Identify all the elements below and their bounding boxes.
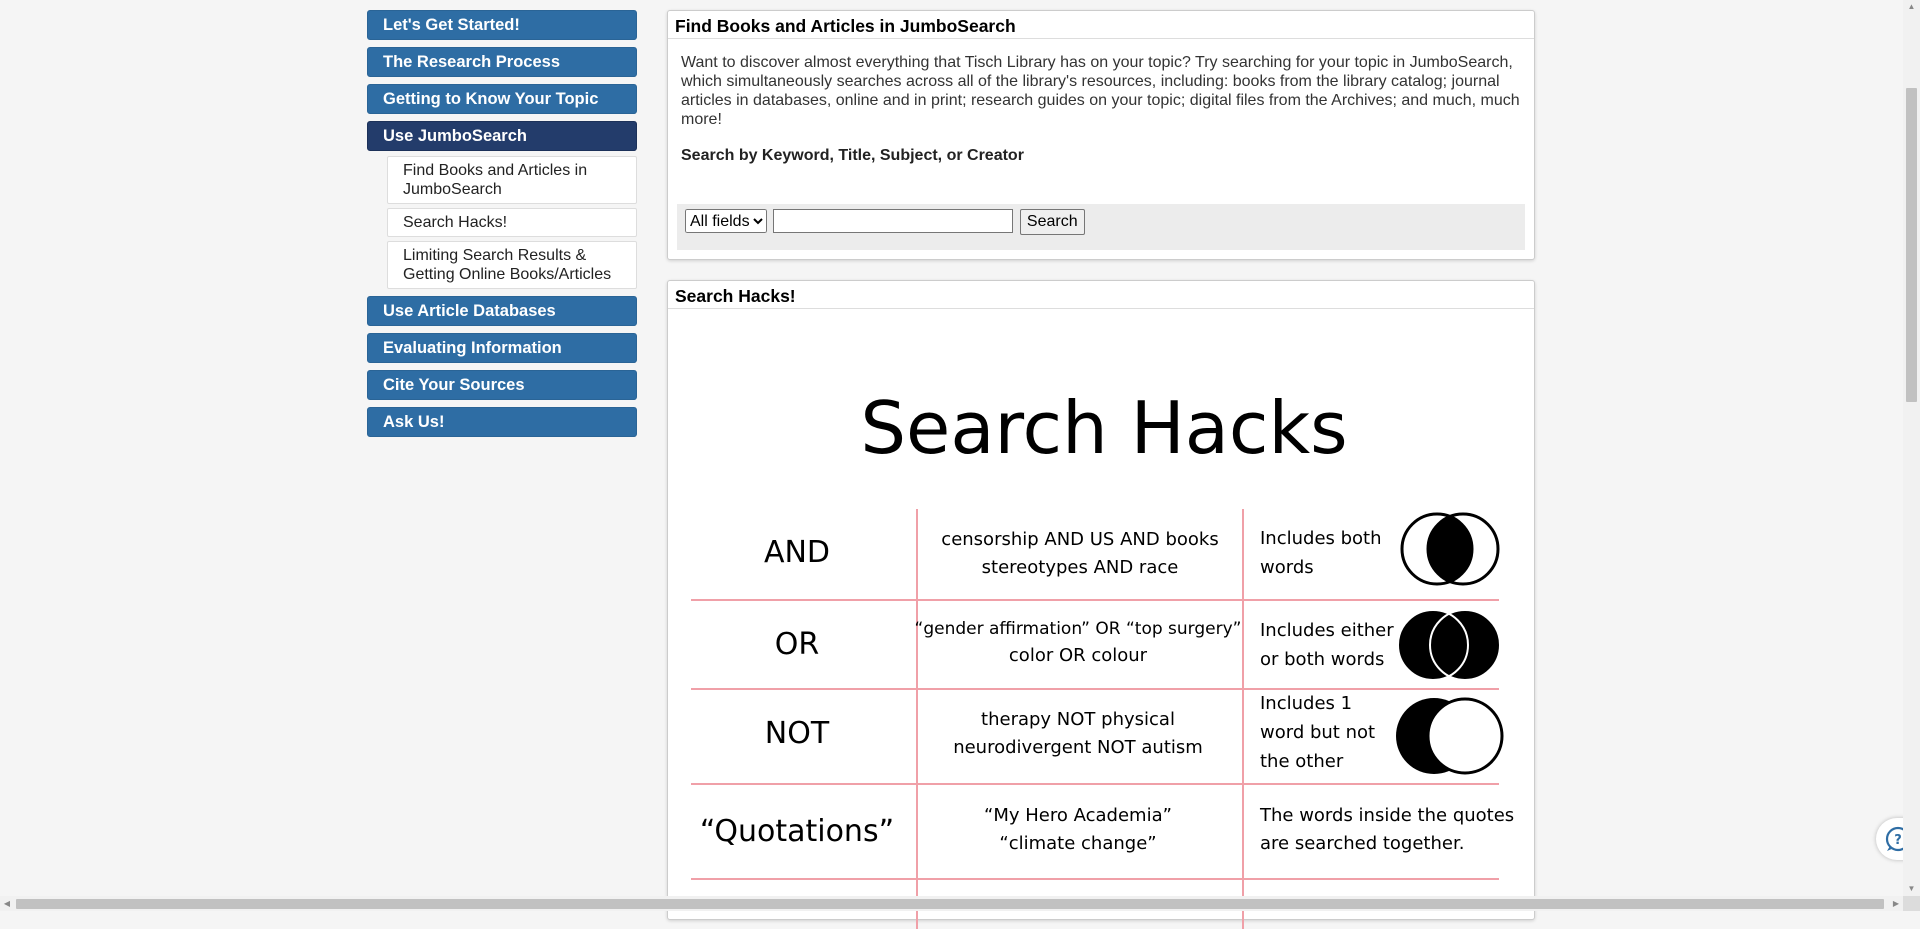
explanation-text: the other (1260, 751, 1344, 772)
horizontal-scrollbar[interactable]: ◀ ▶ (0, 896, 1903, 911)
example-text: “climate change” (999, 833, 1156, 854)
subnav-find-books-articles[interactable]: Find Books and Articles in JumboSearch (387, 156, 637, 204)
jumbosearch-box: Find Books and Articles in JumboSearch W… (667, 10, 1535, 260)
vertical-scrollbar[interactable]: ▲ ▼ (1903, 0, 1920, 896)
vertical-scroll-thumb[interactable] (1906, 88, 1917, 402)
example-text: “gender affirmation” OR “top surgery” (915, 619, 1242, 639)
example-text: color OR colour (1009, 645, 1148, 666)
nav-know-your-topic[interactable]: Getting to Know Your Topic (367, 84, 637, 114)
example-text: censorship AND US AND books (941, 529, 1218, 550)
explanation-text: Includes 1 (1260, 693, 1352, 714)
scroll-up-icon[interactable]: ▲ (1903, 0, 1920, 14)
example-text: stereotypes AND race (982, 557, 1179, 578)
guide-navigation: Let's Get Started! The Research Process … (367, 10, 637, 444)
explanation-text: Includes both (1260, 528, 1382, 549)
hack-row-and: AND censorship AND US AND books stereoty… (764, 512, 1500, 586)
search-field-select[interactable]: All fields (685, 209, 767, 233)
scroll-right-icon[interactable]: ▶ (1889, 896, 1903, 911)
search-button[interactable]: Search (1019, 209, 1085, 235)
scroll-left-icon[interactable]: ◀ (0, 896, 14, 911)
nav-lets-get-started[interactable]: Let's Get Started! (367, 10, 637, 40)
search-form: All fields Search (677, 204, 1525, 250)
explanation-text: word but not (1260, 722, 1375, 743)
scroll-down-icon[interactable]: ▼ (1903, 882, 1920, 896)
example-text: therapy NOT physical (981, 709, 1175, 730)
nav-article-databases[interactable]: Use Article Databases (367, 296, 637, 326)
subnav-search-hacks[interactable]: Search Hacks! (387, 208, 637, 237)
search-hacks-box: Search Hacks! Search Hacks AND censorshi… (667, 280, 1535, 929)
infographic-heading: Search Hacks (860, 386, 1347, 470)
venn-or-icon (1397, 609, 1501, 681)
hack-row-or: OR “gender affirmation” OR “top surgery”… (775, 609, 1501, 681)
scrollbar-corner (1903, 896, 1920, 911)
box-title: Search Hacks! (668, 281, 1534, 309)
operator-label: OR (775, 627, 819, 662)
box-title: Find Books and Articles in JumboSearch (668, 11, 1534, 39)
jumbosearch-subnav: Find Books and Articles in JumboSearch S… (387, 156, 637, 289)
explanation-text: are searched together. (1260, 833, 1464, 854)
venn-and-icon (1400, 512, 1500, 586)
nav-use-jumbosearch[interactable]: Use JumboSearch (367, 121, 637, 151)
nav-evaluating-information[interactable]: Evaluating Information (367, 333, 637, 363)
search-label: Search by Keyword, Title, Subject, or Cr… (681, 147, 1024, 164)
example-text: neurodivergent NOT autism (953, 737, 1203, 758)
nav-research-process[interactable]: The Research Process (367, 47, 637, 77)
svg-text:?: ? (1894, 833, 1902, 848)
explanation-text: The words inside the quotes (1259, 805, 1514, 826)
operator-label: NOT (765, 716, 830, 751)
hack-row-not: NOT therapy NOT physical neurodivergent … (765, 693, 1504, 775)
explanation-text: words (1260, 557, 1314, 578)
nav-ask-us[interactable]: Ask Us! (367, 407, 637, 437)
search-hacks-infographic: Search Hacks AND censorship AND US AND b… (691, 386, 1514, 929)
operator-label: AND (764, 535, 830, 570)
explanation-text: Includes either (1260, 620, 1394, 641)
horizontal-scroll-thumb[interactable] (16, 899, 1884, 909)
subnav-limiting-results[interactable]: Limiting Search Results & Getting Online… (387, 241, 637, 289)
operator-label: “Quotations” (700, 814, 894, 849)
venn-not-icon (1396, 697, 1504, 775)
explanation-text: or both words (1260, 649, 1384, 670)
example-text: “My Hero Academia” (984, 805, 1172, 826)
search-input[interactable] (773, 209, 1014, 233)
nav-cite-sources[interactable]: Cite Your Sources (367, 370, 637, 400)
hack-row-quotations: “Quotations” “My Hero Academia” “climate… (700, 805, 1514, 854)
box-description: Want to discover almost everything that … (681, 54, 1520, 128)
